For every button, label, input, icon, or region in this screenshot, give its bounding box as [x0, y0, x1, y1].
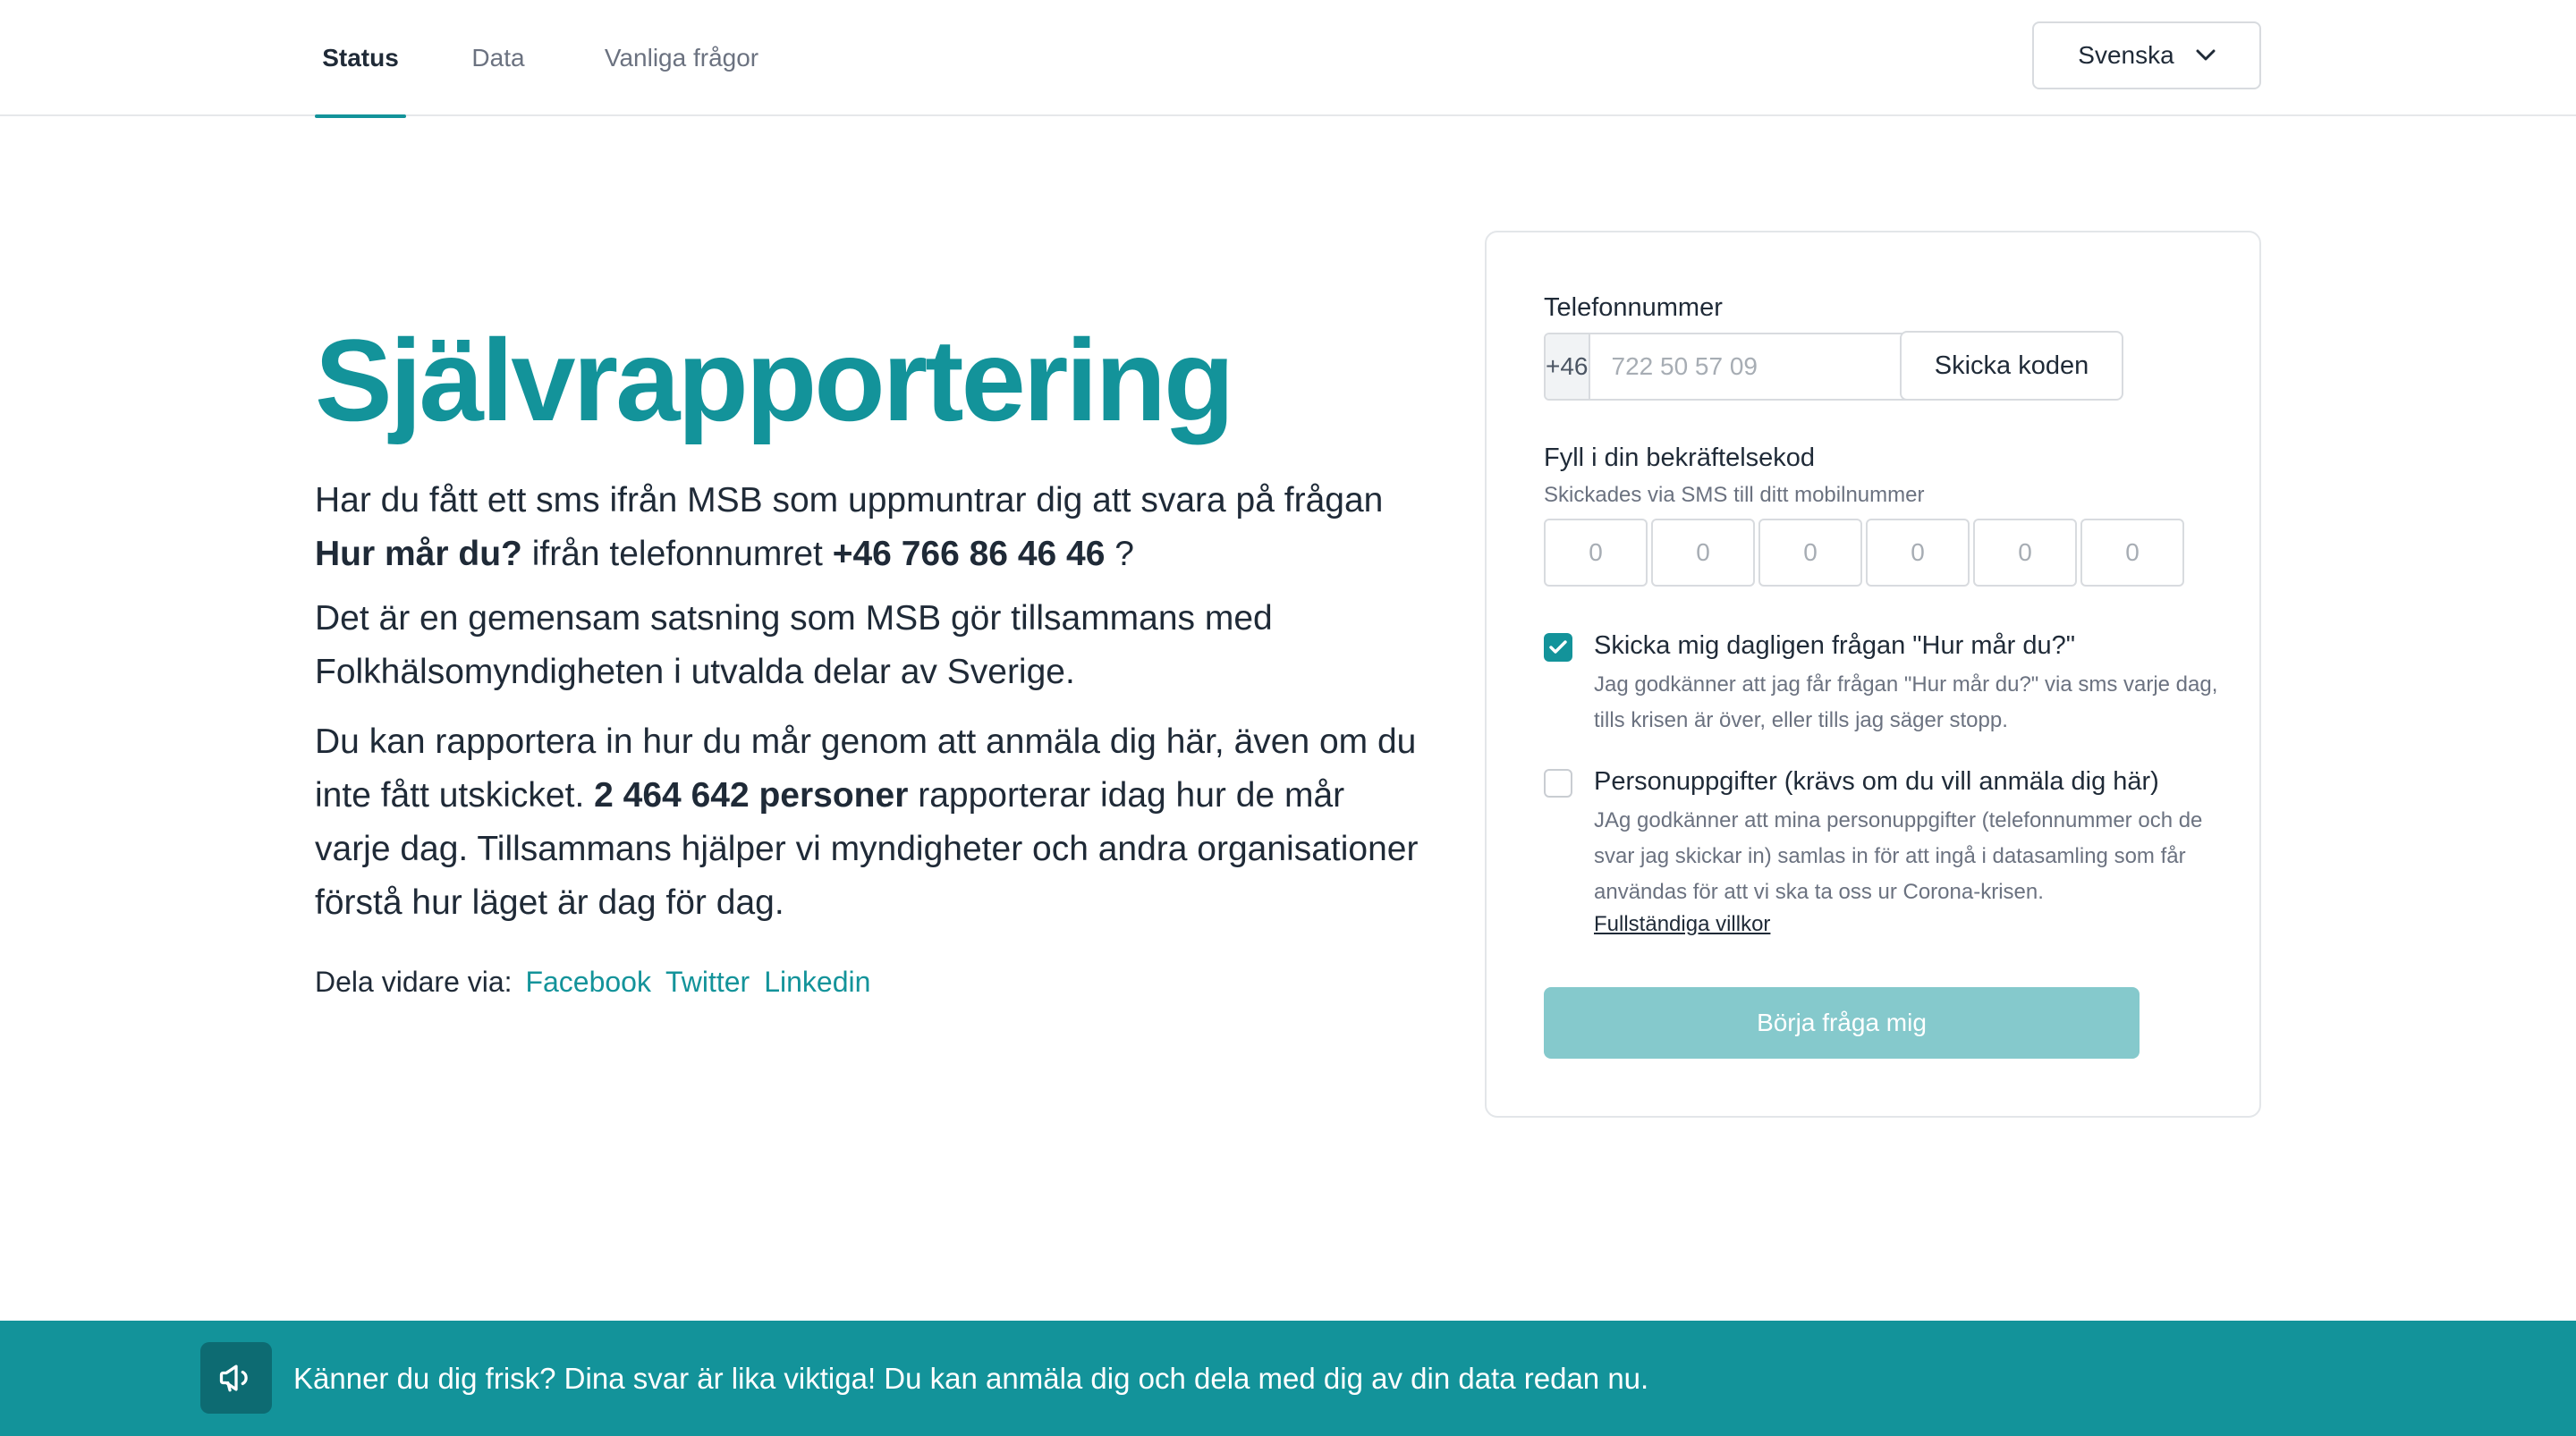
facebook-link[interactable]: Facebook	[525, 966, 651, 998]
code-digit-3[interactable]	[1758, 519, 1862, 587]
phone-input-group: +46	[1544, 333, 1916, 401]
code-sublabel: Skickades via SMS till ditt mobilnummer	[1544, 483, 1925, 507]
tab-status[interactable]: Status	[315, 0, 406, 118]
daily-question-checkbox[interactable]	[1544, 633, 1572, 662]
signup-paragraph: Du kan rapportera in hur du mår genom at…	[315, 715, 1424, 930]
intro-text-c: ?	[1105, 535, 1134, 573]
top-nav: Status Data Vanliga frågor Svenska	[0, 0, 2576, 118]
participant-count: 2 464 642 personer	[594, 776, 909, 815]
personal-data-description: JAg godkänner att mina personuppgifter (…	[1594, 808, 2203, 904]
info-banner: Känner du dig frisk? Dina svar är lika v…	[0, 1321, 2576, 1436]
code-label: Fyll i din bekräftelsekod	[1544, 443, 1816, 472]
code-digit-6[interactable]	[2080, 519, 2184, 587]
phone-input[interactable]	[1589, 334, 1914, 399]
checkmark-icon	[1549, 640, 1567, 654]
code-digit-2[interactable]	[1651, 519, 1755, 587]
personal-data-checkbox[interactable]	[1544, 769, 1572, 798]
intro-text-b: ifrån telefonnumret	[521, 535, 833, 573]
collaboration-paragraph: Det är en gemensam satsning som MSB gör …	[315, 599, 1273, 691]
intro-paragraph: Har du fått ett sms ifrån MSB som uppmun…	[315, 474, 1424, 581]
megaphone-icon	[200, 1342, 272, 1414]
linkedin-link[interactable]: Linkedin	[764, 966, 870, 998]
tab-faq[interactable]: Vanliga frågor	[596, 0, 767, 116]
page-title: Självrapportering	[315, 315, 1234, 445]
country-prefix: +46	[1546, 334, 1590, 399]
send-code-button[interactable]: Skicka koden	[1900, 331, 2123, 401]
start-asking-button[interactable]: Börja fråga mig	[1544, 987, 2140, 1059]
chevron-down-icon	[2196, 49, 2216, 61]
personal-data-title: Personuppgifter (krävs om du vill anmäla…	[1594, 767, 2159, 796]
daily-question-title: Skicka mig dagligen frågan "Hur mår du?"	[1594, 631, 2076, 660]
twitter-link[interactable]: Twitter	[665, 966, 750, 998]
language-label: Svenska	[2078, 41, 2174, 69]
signup-form-card: Telefonnummer +46 Skicka koden Fyll i di…	[1485, 231, 2261, 1118]
share-row: Dela vidare via: Facebook Twitter Linkedin	[315, 966, 879, 999]
code-digit-4[interactable]	[1866, 519, 1970, 587]
code-digit-5[interactable]	[1973, 519, 2077, 587]
code-digit-1[interactable]	[1544, 519, 1648, 587]
share-label: Dela vidare via:	[315, 966, 513, 998]
phone-label: Telefonnummer	[1544, 293, 1723, 322]
daily-question-description: Jag godkänner att jag får frågan "Hur må…	[1594, 672, 2218, 732]
code-input-row	[1544, 519, 2184, 587]
full-terms-link[interactable]: Fullständiga villkor	[1594, 912, 1770, 937]
language-select[interactable]: Svenska	[2032, 21, 2261, 89]
tab-data[interactable]: Data	[465, 0, 531, 116]
intro-text-a: Har du fått ett sms ifrån MSB som uppmun…	[315, 481, 1384, 519]
question-bold: Hur mår du?	[315, 535, 522, 573]
banner-text: Känner du dig frisk? Dina svar är lika v…	[293, 1361, 1649, 1395]
phone-number-bold: +46 766 86 46 46	[832, 535, 1106, 573]
